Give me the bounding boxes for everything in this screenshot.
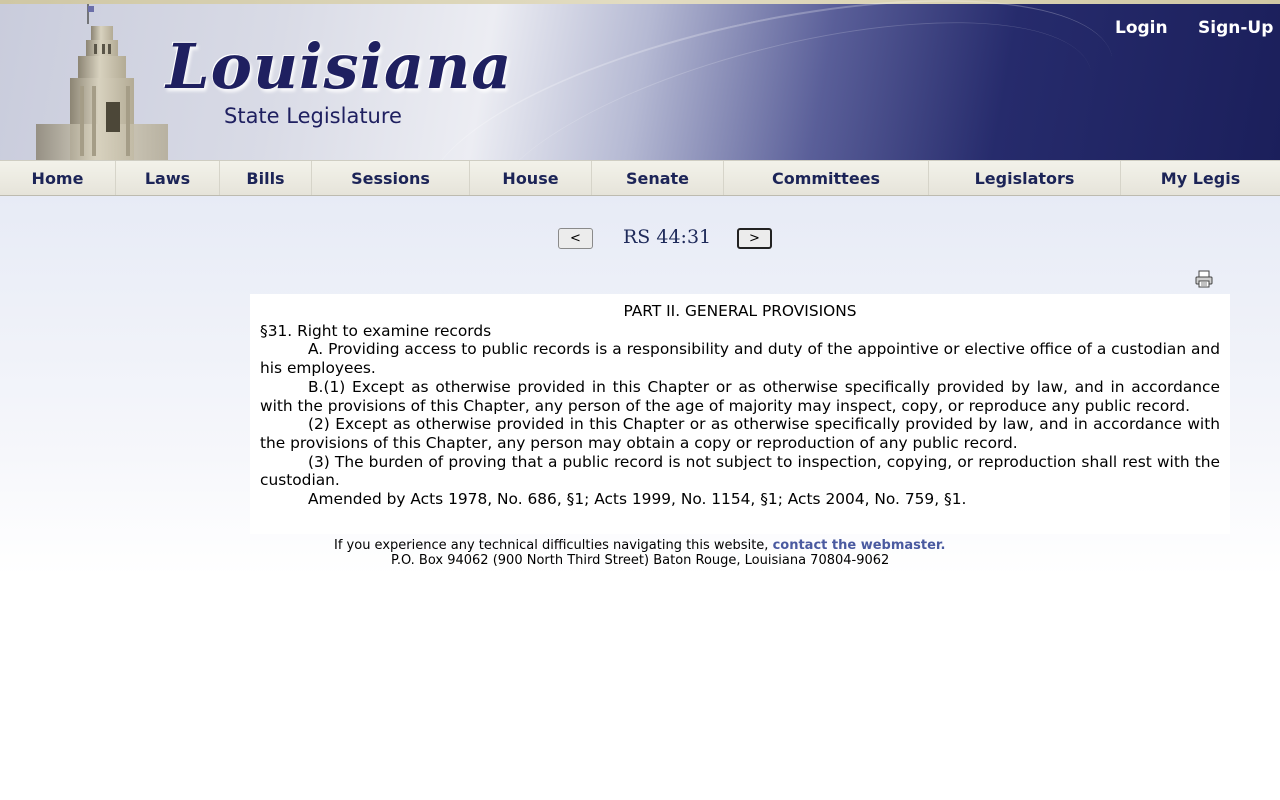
nav-item-senate[interactable]: Senate xyxy=(592,161,724,195)
logo-subtitle: State Legislature xyxy=(224,104,402,128)
section-title: §31. Right to examine records xyxy=(260,321,492,340)
statute-paragraph: A. Providing access to public records is… xyxy=(260,340,1220,378)
nav-item-house[interactable]: House xyxy=(470,161,592,195)
main-nav: Home Laws Bills Sessions House Senate Co… xyxy=(0,160,1280,196)
amendment-history: Amended by Acts 1978, No. 686, §1; Acts … xyxy=(308,490,967,509)
nav-item-legislators[interactable]: Legislators xyxy=(929,161,1121,195)
signup-link[interactable]: Sign-Up xyxy=(1198,18,1273,38)
footer-address: P.O. Box 94062 (900 North Third Street) … xyxy=(391,553,890,568)
statute-paragraph: B.(1) Except as otherwise provided in th… xyxy=(260,377,1220,415)
next-statute-button[interactable]: > xyxy=(737,228,772,249)
nav-item-home[interactable]: Home xyxy=(0,161,116,195)
footer-help: If you experience any technical difficul… xyxy=(334,538,945,553)
nav-item-sessions[interactable]: Sessions xyxy=(312,161,470,195)
site-banner: Louisiana State Legislature Login Sign-U… xyxy=(0,0,1280,160)
statute-paragraph: (3) The burden of proving that a public … xyxy=(260,452,1220,490)
nav-item-committees[interactable]: Committees xyxy=(724,161,929,195)
nav-item-my-legis[interactable]: My Legis xyxy=(1121,161,1280,195)
nav-item-bills[interactable]: Bills xyxy=(220,161,312,195)
previous-statute-button[interactable]: < xyxy=(558,228,593,249)
printer-icon[interactable] xyxy=(1195,270,1213,288)
banner-top-line xyxy=(0,0,1280,4)
footer-help-text: If you experience any technical difficul… xyxy=(334,538,773,553)
login-link[interactable]: Login xyxy=(1115,18,1168,38)
capitol-building-icon xyxy=(36,4,168,160)
part-heading: PART II. GENERAL PROVISIONS xyxy=(623,302,857,320)
nav-item-laws[interactable]: Laws xyxy=(116,161,220,195)
statute-document: PART II. GENERAL PROVISIONS §31. Right t… xyxy=(250,294,1230,534)
statute-id: RS 44:31 xyxy=(623,226,712,248)
logo-title: Louisiana xyxy=(166,30,513,103)
contact-webmaster-link[interactable]: contact the webmaster. xyxy=(773,538,946,553)
statute-paragraph: (2) Except as otherwise provided in this… xyxy=(260,415,1220,452)
